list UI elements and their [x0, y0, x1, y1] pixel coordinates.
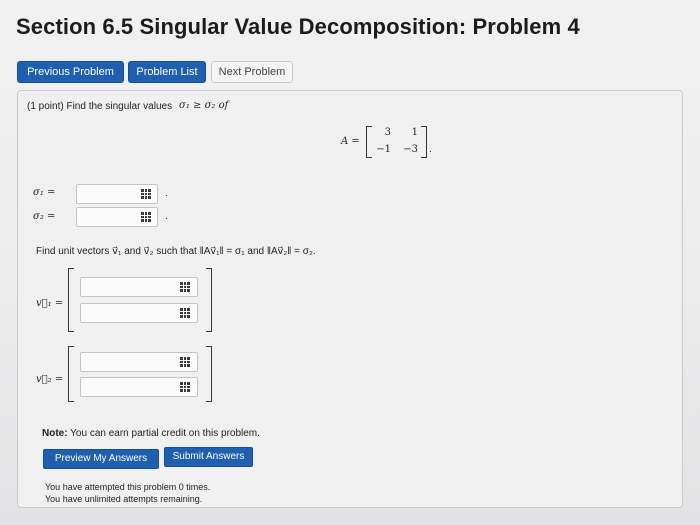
matrix-label: A =	[341, 136, 360, 147]
v1-label: v⃗₁ =	[36, 298, 64, 309]
note-label: Note:	[42, 428, 68, 439]
equation-editor-icon[interactable]	[139, 187, 153, 201]
v2-label: v⃗₂ =	[36, 374, 64, 385]
equation-editor-icon[interactable]	[178, 355, 192, 369]
problem-prompt: (1 point) Find the singular values	[27, 101, 173, 112]
equation-editor-icon[interactable]	[178, 280, 192, 294]
v1-left-bracket	[68, 268, 74, 332]
matrix-cell: −3	[403, 144, 418, 155]
next-problem-button[interactable]: Next Problem	[211, 61, 293, 83]
sigma2-period: .	[165, 211, 168, 222]
equation-editor-icon[interactable]	[139, 210, 153, 224]
previous-problem-button[interactable]: Previous Problem	[17, 61, 124, 83]
attempts-remaining: You have unlimited attempts remaining.	[45, 494, 203, 504]
matrix-period: .	[429, 144, 432, 155]
matrix-cell: 3	[384, 127, 391, 138]
v1-right-bracket	[206, 268, 212, 332]
v2-right-bracket	[206, 346, 212, 402]
equation-editor-icon[interactable]	[178, 306, 192, 320]
problem-list-button[interactable]: Problem List	[128, 61, 206, 83]
equation-editor-icon[interactable]	[178, 380, 192, 394]
matrix-right-bracket	[421, 126, 427, 158]
submit-answers-button[interactable]: Submit Answers	[164, 447, 253, 467]
page: Section 6.5 Singular Value Decomposition…	[0, 0, 700, 525]
matrix-left-bracket	[366, 126, 372, 158]
sigma1-label: σ₁ =	[33, 187, 56, 198]
matrix-cell: −1	[376, 144, 391, 155]
page-title: Section 6.5 Singular Value Decomposition…	[16, 14, 580, 39]
attempts-status: You have attempted this problem 0 times.	[45, 482, 211, 492]
note-text: You can earn partial credit on this prob…	[70, 428, 260, 439]
matrix-cell: 1	[411, 127, 418, 138]
preview-answers-button[interactable]: Preview My Answers	[43, 449, 159, 469]
sigma1-period: .	[165, 188, 168, 199]
sigma-relation: σ₁ ≥ σ₂ of	[179, 100, 229, 111]
sigma2-label: σ₂ =	[33, 211, 56, 222]
unit-vectors-prompt: Find unit vectors v⃗₁ and v⃗₂ such that …	[36, 246, 316, 257]
v2-left-bracket	[68, 346, 74, 402]
problem-card: (1 point) Find the singular values σ₁ ≥ …	[17, 90, 683, 508]
partial-credit-note: Note: You can earn partial credit on thi…	[42, 428, 260, 439]
